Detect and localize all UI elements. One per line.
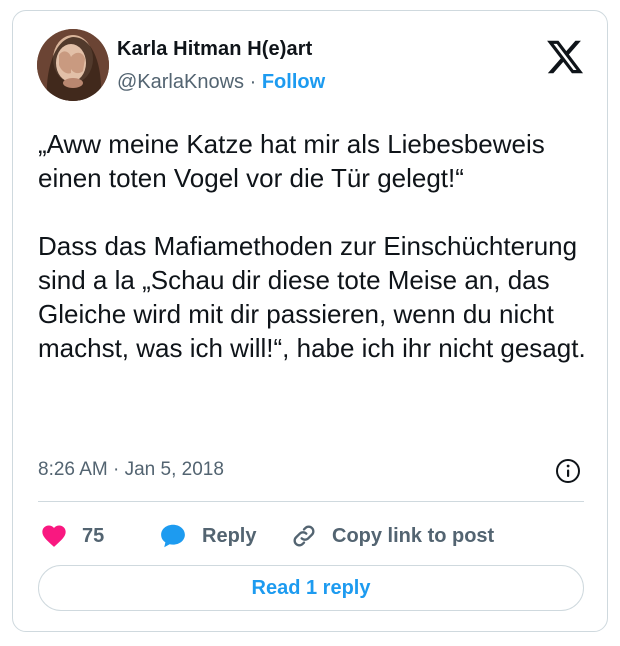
info-icon[interactable] [555, 458, 581, 484]
avatar[interactable] [37, 29, 109, 101]
tweet-card: Karla Hitman H(e)art @KarlaKnows · Follo… [12, 10, 608, 632]
like-button[interactable]: 75 [40, 516, 104, 556]
divider [38, 501, 584, 502]
read-replies-button[interactable]: Read 1 reply [38, 565, 584, 611]
reply-button[interactable]: Reply [158, 516, 256, 556]
tweet-timestamp[interactable]: 8:26 AM · Jan 5, 2018 [38, 459, 224, 481]
copy-link-label: Copy link to post [332, 524, 495, 547]
author-handle[interactable]: @KarlaKnows [117, 71, 244, 93]
tweet-time: 8:26 AM [38, 459, 108, 480]
tweet-text: „Aww meine Katze hat mir als Liebesbewei… [38, 129, 586, 363]
action-bar: 75 Reply Copy link to post [38, 516, 584, 556]
link-icon [293, 525, 315, 547]
date-separator: · [113, 459, 120, 480]
author-handle-row: @KarlaKnows · Follow [117, 71, 325, 94]
reply-label: Reply [202, 524, 257, 547]
author-name[interactable]: Karla Hitman H(e)art [117, 38, 312, 61]
tweet-date: Jan 5, 2018 [124, 459, 224, 480]
heart-icon [42, 525, 66, 547]
copy-link-button[interactable]: Copy link to post [290, 516, 494, 556]
follow-button[interactable]: Follow [262, 71, 325, 93]
x-logo-icon[interactable] [545, 37, 585, 77]
reply-bubble-icon [161, 524, 185, 548]
avatar-image [37, 29, 109, 101]
like-count: 75 [82, 524, 105, 547]
handle-separator: · [249, 71, 257, 93]
